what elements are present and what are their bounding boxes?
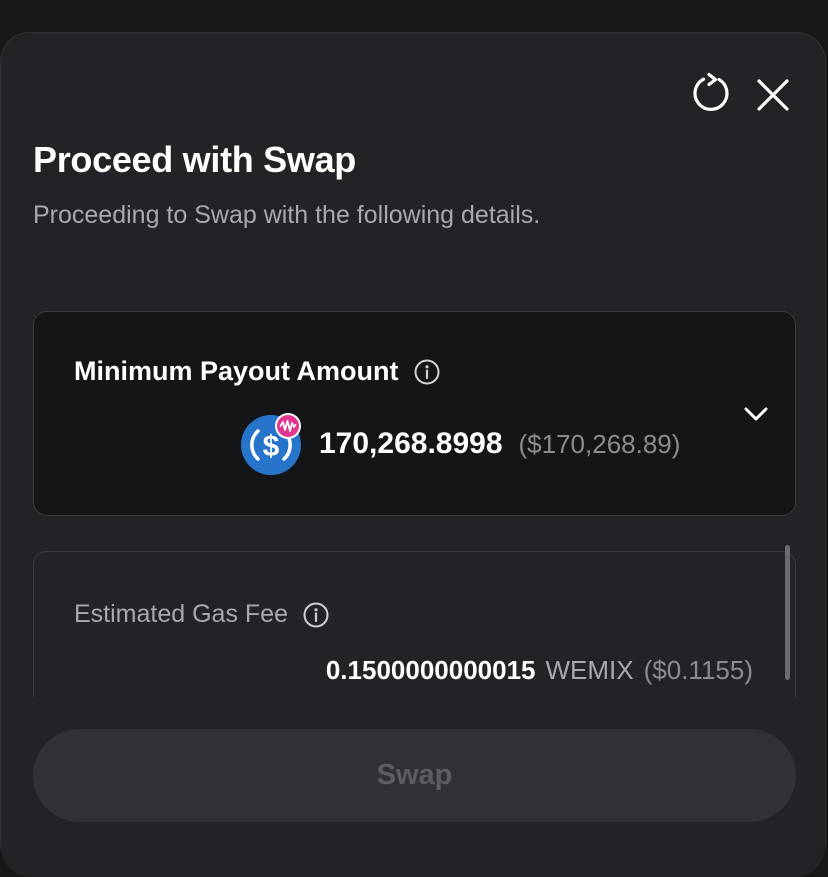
payout-label: Minimum Payout Amount [74, 356, 399, 386]
gas-fee-symbol: WEMIX [545, 655, 634, 685]
usdc-wemix-token-icon: $ [241, 412, 305, 476]
modal-title: Proceed with Swap [33, 139, 356, 180]
gas-fee-label: Estimated Gas Fee [74, 600, 288, 628]
refresh-icon [693, 72, 729, 111]
payout-usd-value: ($170,268.89) [518, 428, 681, 459]
details-scrollbar[interactable] [785, 545, 790, 680]
gas-fee-amount: 0.1500000000015 [325, 655, 536, 685]
svg-text:$: $ [263, 430, 280, 463]
payout-amount-row: $ 170,268.8998 ($170,268.89) [241, 412, 680, 476]
gas-fee-usd-value: ($0.1155) [643, 655, 753, 685]
swap-confirm-modal: Proceed with Swap Proceeding to Swap wit… [0, 32, 826, 877]
modal-footer: Swap [1, 697, 825, 877]
modal-subtitle: Proceeding to Swap with the following de… [33, 201, 541, 229]
refresh-button[interactable] [689, 71, 733, 115]
close-button[interactable] [751, 73, 795, 117]
expand-payout-button[interactable] [736, 394, 776, 434]
swap-button[interactable]: Swap [33, 729, 796, 822]
payout-label-row: Minimum Payout Amount [74, 356, 441, 387]
gas-fee-value: 0.1500000000015 WEMIX ($0.1155) [326, 655, 753, 686]
info-icon[interactable] [413, 358, 441, 386]
close-icon [757, 79, 789, 111]
payout-amount: 170,268.8998 [319, 427, 503, 460]
info-icon[interactable] [302, 601, 330, 629]
minimum-payout-card[interactable]: Minimum Payout Amount $ 170,268.8998 ($1… [33, 311, 796, 516]
chevron-down-icon [744, 407, 768, 421]
gas-label-row: Estimated Gas Fee [74, 600, 330, 629]
